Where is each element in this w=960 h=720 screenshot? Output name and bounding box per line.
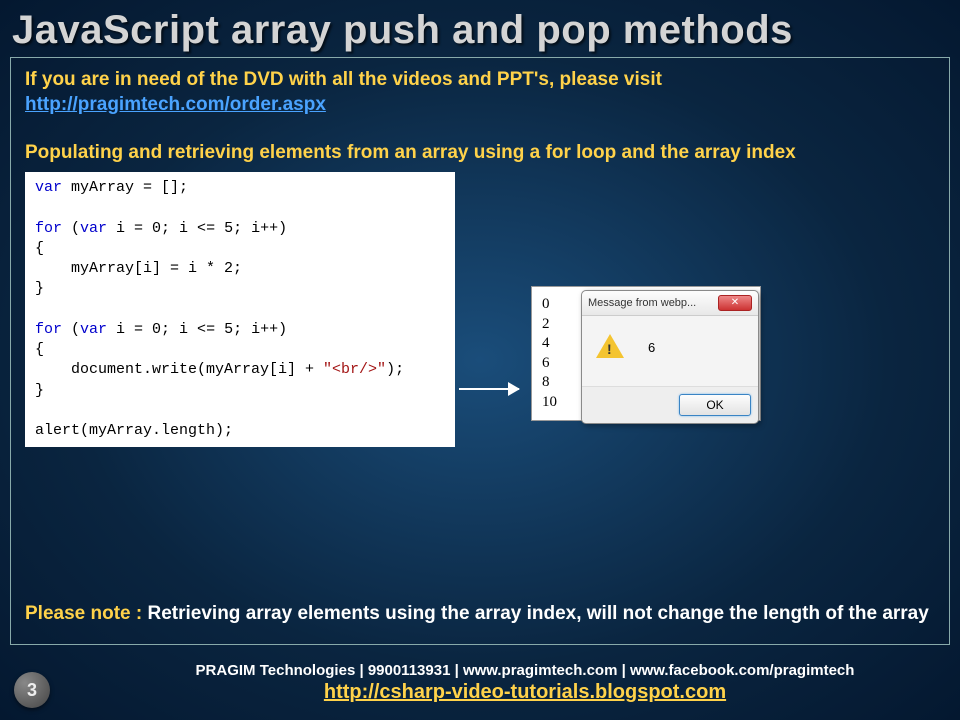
page-number: 3 [14, 672, 50, 708]
note-body: Retrieving array elements using the arra… [148, 603, 929, 624]
dialog-title: Message from webp... [588, 297, 696, 309]
dialog-message: 6 [648, 340, 655, 355]
dialog-body: 6 [582, 316, 758, 386]
footer-text: PRAGIM Technologies | 9900113931 | www.p… [110, 662, 940, 704]
note-prefix: Please note : [25, 603, 148, 624]
close-icon[interactable]: ✕ [718, 295, 752, 311]
ok-button[interactable]: OK [679, 394, 751, 416]
dialog-footer: OK [582, 386, 758, 423]
warning-icon [596, 334, 624, 358]
alert-dialog: Message from webp... ✕ 6 OK [581, 290, 759, 424]
footer-line1: PRAGIM Technologies | 9900113931 | www.p… [196, 662, 855, 679]
intro-line: If you are in need of the DVD with all t… [25, 69, 662, 90]
intro-text: If you are in need of the DVD with all t… [25, 68, 935, 117]
subheading: Populating and retrieving elements from … [25, 141, 935, 166]
dialog-titlebar: Message from webp... ✕ [582, 291, 758, 316]
arrow-icon [459, 388, 519, 390]
note-text: Please note : Retrieving array elements … [25, 600, 935, 628]
slide-title: JavaScript array push and pop methods [0, 0, 960, 57]
footer-link[interactable]: http://csharp-video-tutorials.blogspot.c… [110, 681, 940, 704]
code-block: var myArray = []; for (var i = 0; i <= 5… [25, 172, 455, 447]
content-box: If you are in need of the DVD with all t… [10, 57, 950, 645]
slide-footer: 3 PRAGIM Technologies | 9900113931 | www… [0, 662, 960, 720]
order-link[interactable]: http://pragimtech.com/order.aspx [25, 94, 326, 115]
output-numbers: 0246810 [538, 293, 568, 414]
